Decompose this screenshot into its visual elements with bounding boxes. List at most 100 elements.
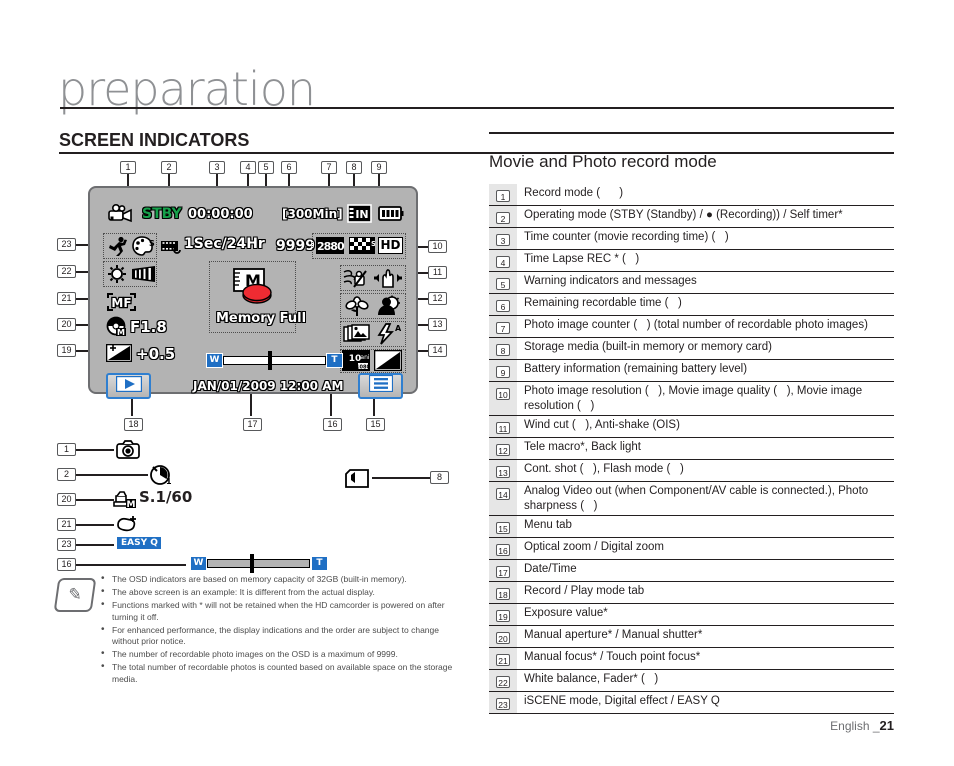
aperture-value: F1.8	[130, 318, 167, 336]
section-heading: SCREEN INDICATORS	[59, 130, 250, 150]
wind-cut-icon	[343, 267, 368, 294]
right-panel-title: Movie and Photo record mode	[489, 152, 717, 171]
callout-9: 9	[371, 161, 387, 174]
legend-number-cell: 7	[489, 316, 517, 337]
note-pencil-icon: ✎	[53, 578, 97, 612]
legend-number-cell: 9	[489, 360, 517, 381]
callout-22: 22	[57, 265, 76, 278]
legend-number: 8	[496, 344, 510, 356]
callout-2: 2	[161, 161, 177, 174]
legend-row: 6 Remaining recordable time ( )	[489, 294, 894, 316]
callout-17: 17	[243, 418, 262, 431]
legend-number-cell: 17	[489, 560, 517, 581]
zoom-tele-label[interactable]: T	[326, 353, 343, 368]
callout-13: 13	[428, 318, 447, 331]
legend-number: 9	[496, 366, 510, 378]
photo-image-counter: 9999	[276, 238, 315, 254]
legend-text: Record mode ( )	[524, 187, 624, 199]
callout-19: 19	[57, 344, 76, 357]
extra-callout-2: 2	[57, 468, 76, 481]
callout-10: 10	[428, 240, 447, 253]
svg-text:S: S	[371, 240, 375, 248]
digital-zoom-track[interactable]	[207, 559, 310, 568]
legend-row: 13 Cont. shot ( ), Flash mode ( )	[489, 460, 894, 482]
legend-number: 23	[496, 698, 510, 710]
legend-number: 12	[496, 444, 510, 456]
svg-text:S: S	[149, 239, 155, 248]
anti-shake-ois-icon	[373, 267, 403, 294]
menu-tab[interactable]	[358, 373, 403, 399]
time-lapse-value: 1Sec/24Hr	[184, 236, 265, 252]
extra-leader-8	[372, 477, 432, 479]
callout-12: 12	[428, 292, 447, 305]
battery-icon	[378, 204, 404, 228]
legend-row: 12 Tele macro*, Back light	[489, 438, 894, 460]
photo-camera-icon	[116, 440, 140, 464]
legend-text: Remaining recordable time ( )	[524, 297, 682, 309]
legend-row: 5 Warning indicators and messages	[489, 272, 894, 294]
touch-point-focus-icon	[115, 514, 141, 539]
operating-mode-indicator: STBY	[142, 206, 182, 222]
remaining-recordable-time: [300Min]	[282, 207, 343, 221]
legend-number-cell: 4	[489, 250, 517, 271]
zoom-thumb[interactable]	[268, 351, 272, 370]
legend-text: Manual aperture* / Manual shutter*	[524, 629, 703, 641]
legend-row: 17 Date/Time	[489, 560, 894, 582]
sun-white-balance-icon	[106, 264, 128, 289]
right-panel-divider	[489, 132, 894, 134]
legend-row: 7 Photo image counter ( ) (total number …	[489, 316, 894, 338]
extra-leader-2	[76, 474, 148, 476]
legend-number-cell: 15	[489, 516, 517, 537]
legend-text: Battery information (remaining battery l…	[524, 363, 748, 375]
svg-text:10: 10	[166, 477, 172, 485]
play-mode-tab-icon	[115, 375, 142, 397]
callout-16: 16	[323, 418, 342, 431]
record-play-mode-tab[interactable]	[106, 373, 151, 399]
legend-number: 10	[496, 388, 510, 400]
legend-number: 2	[496, 212, 510, 224]
extra-leader-21	[76, 524, 114, 526]
optical-zoom-track[interactable]	[223, 356, 326, 365]
back-light-icon	[375, 295, 401, 322]
digital-zoom-tele-label[interactable]: T	[311, 556, 328, 571]
digital-zoom-wide-label[interactable]: W	[190, 556, 207, 571]
legend-row: 19 Exposure value*	[489, 604, 894, 626]
zoom-wide-label[interactable]: W	[206, 353, 223, 368]
legend-row: 23 iSCENE mode, Digital effect / EASY Q	[489, 692, 894, 714]
screen-indicator-legend: 1 Record mode ( ) 2 Operating mode (STBY…	[489, 184, 894, 714]
digital-zoom-thumb[interactable]	[250, 554, 254, 573]
movie-resolution-icon: HD	[378, 237, 403, 254]
self-timer-icon: 10	[148, 464, 178, 490]
legend-number: 1	[496, 190, 510, 202]
chapter-divider	[60, 107, 894, 109]
callout-6: 6	[281, 161, 297, 174]
legend-number: 13	[496, 466, 510, 478]
manual-shutter-value: S.1/60	[139, 488, 193, 506]
legend-number-cell: 20	[489, 626, 517, 647]
flash-auto-icon: A	[377, 323, 402, 350]
note-item: Functions marked with * will not be reta…	[100, 599, 460, 623]
legend-text: Warning indicators and messages	[524, 275, 697, 287]
legend-row: 16 Optical zoom / Digital zoom	[489, 538, 894, 560]
camcorder-lcd-screen: STBY 00:00:00 [300Min] IN S 1Sec/24Hr 99…	[88, 186, 418, 399]
manual-page: preparation SCREEN INDICATORS 1 2 3 4 5 …	[0, 0, 954, 766]
legend-number: 4	[496, 256, 510, 268]
svg-text:M: M	[127, 500, 136, 510]
legend-number-cell: 3	[489, 228, 517, 249]
legend-number: 7	[496, 322, 510, 334]
palette-digital-effect-icon: S	[132, 236, 156, 261]
legend-number-cell: 11	[489, 416, 517, 437]
legend-number: 14	[496, 488, 510, 500]
sports-iscene-icon	[107, 236, 129, 261]
note-item: For enhanced performance, the display in…	[100, 624, 460, 648]
legend-row: 11 Wind cut ( ), Anti-shake (OIS)	[489, 416, 894, 438]
note-item: The OSD indicators are based on memory c…	[100, 573, 460, 586]
svg-text:A: A	[395, 324, 401, 333]
note-item: The number of recordable photo images on…	[100, 648, 460, 661]
note-item: The above screen is an example: It is di…	[100, 586, 460, 599]
callout-20: 20	[57, 318, 76, 331]
extra-leader-1	[76, 449, 114, 451]
menu-tab-icon	[368, 374, 393, 397]
legend-text: iSCENE mode, Digital effect / EASY Q	[524, 695, 720, 707]
legend-text: Storage media (built-in memory or memory…	[524, 341, 772, 353]
